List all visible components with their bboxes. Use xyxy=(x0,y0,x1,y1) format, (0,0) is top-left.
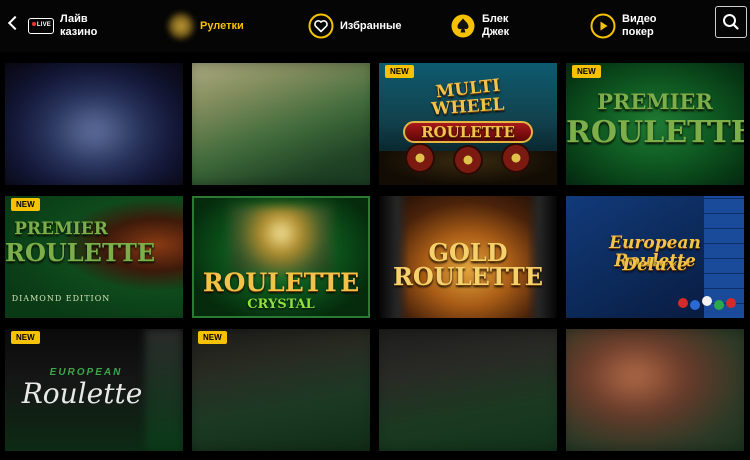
game-thumbnail: EUROPEAN Roulette xyxy=(5,329,183,451)
game-thumbnail: PREMIER ROULETTE DIAMOND EDITION xyxy=(5,196,183,318)
top-nav: LIVE Лайв казино Рулетки Избранные Блек … xyxy=(0,0,750,52)
game-tile[interactable] xyxy=(566,329,744,451)
game-tile[interactable] xyxy=(192,63,370,185)
nav-item-label: Избранные xyxy=(340,19,402,32)
game-title: ROULETTE xyxy=(392,262,544,291)
nav-item-label: Блек Джек xyxy=(482,13,510,38)
game-title: ROULETTE xyxy=(5,238,156,267)
game-thumbnail: ROULETTE CRYSTAL xyxy=(192,196,370,318)
game-tile-gold-roulette[interactable]: GOLD ROULETTE xyxy=(379,196,557,318)
nav-item-label: Рулетки xyxy=(200,19,244,32)
new-badge: NEW xyxy=(11,331,40,344)
game-thumbnail xyxy=(192,63,370,185)
spade-icon xyxy=(451,14,475,38)
game-subtitle: DIAMOND EDITION xyxy=(11,294,111,303)
game-title: ROULETTE xyxy=(202,268,360,297)
live-badge-icon: LIVE xyxy=(28,18,54,34)
game-thumbnail xyxy=(379,329,557,451)
new-badge: NEW xyxy=(11,198,40,211)
new-badge: NEW xyxy=(572,65,601,78)
game-thumbnail xyxy=(5,63,183,185)
game-tile-multi-wheel-roulette[interactable]: MULTI WHEEL ROULETTE NEW xyxy=(379,63,557,185)
play-icon xyxy=(590,13,616,39)
game-title: PREMIER xyxy=(597,89,713,114)
game-tile-european-roulette-deluxe[interactable]: European Roulette Deluxe xyxy=(566,196,744,318)
game-title: ROULETTE xyxy=(566,115,744,150)
game-thumbnail: PREMIER ROULETTE xyxy=(566,63,744,185)
nav-item-video-poker[interactable]: Видео покер xyxy=(590,0,658,52)
nav-item-label: Видео покер xyxy=(622,13,657,38)
nav-item-roulettes[interactable]: Рулетки xyxy=(168,0,244,52)
game-tile-roulette-crystal[interactable]: ROULETTE CRYSTAL xyxy=(192,196,370,318)
game-title: CRYSTAL xyxy=(247,297,315,312)
new-badge: NEW xyxy=(385,65,414,78)
game-title: Deluxe xyxy=(622,255,688,275)
game-tile[interactable] xyxy=(5,63,183,185)
nav-item-favorites[interactable]: Избранные xyxy=(308,0,402,52)
game-tile-premier-roulette[interactable]: PREMIER ROULETTE NEW xyxy=(566,63,744,185)
nav-item-label: Лайв казино xyxy=(60,13,98,38)
roulette-icon xyxy=(168,13,194,39)
nav-item-live-casino[interactable]: LIVE Лайв казино xyxy=(28,0,102,52)
chevron-left-icon[interactable] xyxy=(6,12,20,34)
new-badge: NEW xyxy=(198,331,227,344)
game-tile-premier-roulette-diamond[interactable]: PREMIER ROULETTE DIAMOND EDITION NEW xyxy=(5,196,183,318)
game-tile-european-roulette[interactable]: EUROPEAN Roulette NEW xyxy=(5,329,183,451)
game-thumbnail: European Roulette Deluxe xyxy=(566,196,744,318)
game-title: Roulette xyxy=(21,377,143,410)
heart-icon xyxy=(308,13,334,39)
search-button[interactable] xyxy=(715,6,747,38)
game-thumbnail xyxy=(192,329,370,451)
game-thumbnail xyxy=(566,329,744,451)
game-tile[interactable]: NEW xyxy=(192,329,370,451)
search-icon xyxy=(723,14,739,30)
game-title: ROULETTE xyxy=(421,123,515,141)
game-tile[interactable] xyxy=(379,329,557,451)
game-title: PREMIER xyxy=(14,219,108,239)
game-thumbnail: MULTI WHEEL ROULETTE xyxy=(379,63,557,185)
game-thumbnail: GOLD ROULETTE xyxy=(379,196,557,318)
live-badge-text: LIVE xyxy=(36,22,51,28)
nav-item-blackjack[interactable]: Блек Джек xyxy=(450,0,516,52)
